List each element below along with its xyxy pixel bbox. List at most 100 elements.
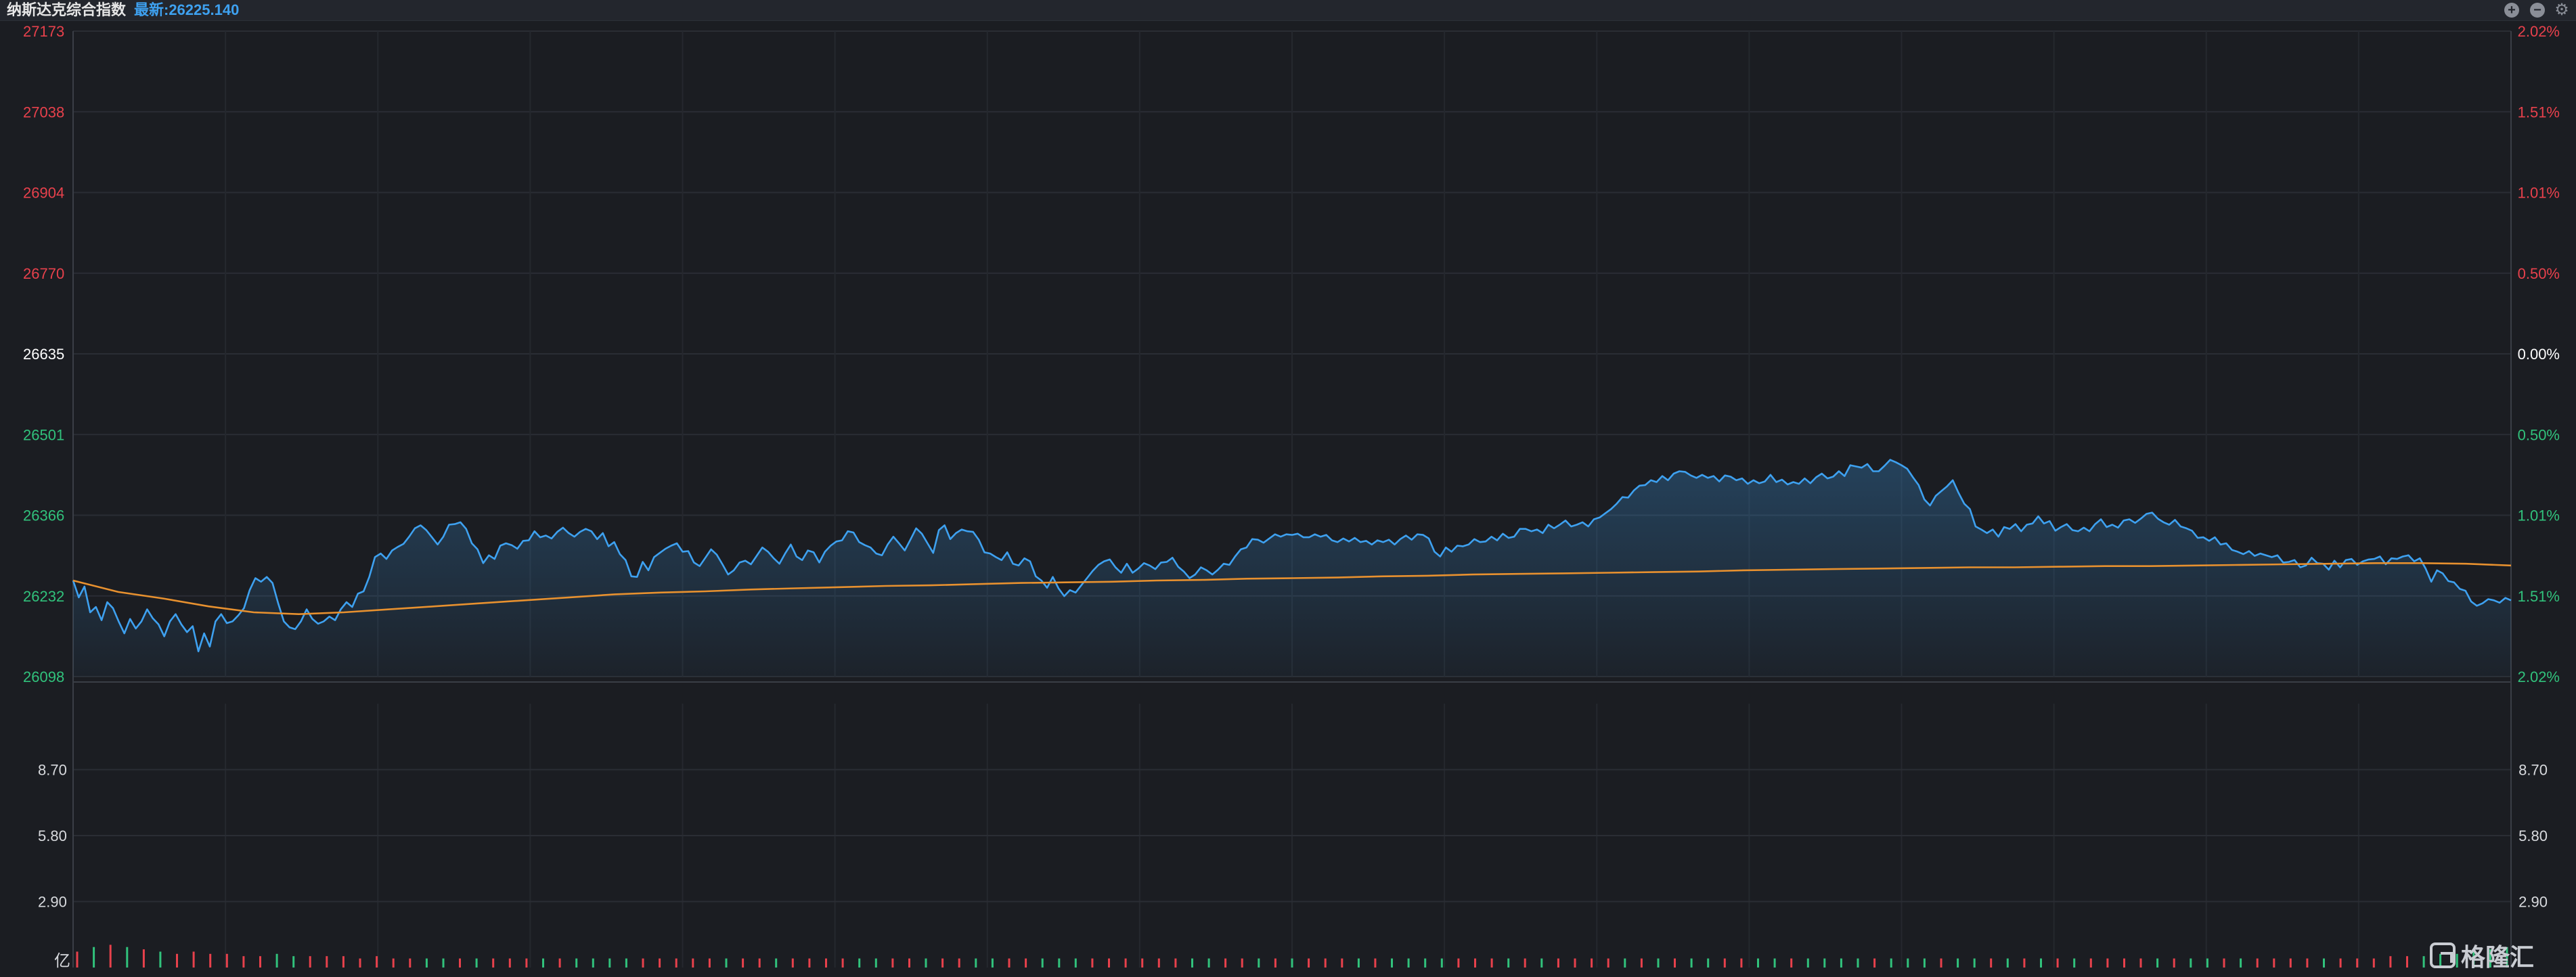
logo-icon <box>2430 942 2456 968</box>
volume-bar <box>1357 958 1360 968</box>
volume-bar <box>1025 958 1027 968</box>
volume-bar <box>1440 958 1443 968</box>
volume-bar <box>2240 958 2242 968</box>
volume-bar <box>1990 958 1993 968</box>
volume-bar <box>326 956 328 968</box>
volume-bar <box>159 951 162 968</box>
y-tick-left: 26635 <box>23 346 64 363</box>
volume-bar <box>808 958 811 968</box>
watermark: 格隆汇 <box>2430 940 2534 971</box>
volume-bar <box>1124 958 1127 968</box>
volume-bar <box>891 958 894 968</box>
volume-bar <box>758 958 761 968</box>
volume-bar <box>558 958 561 968</box>
volume-bar <box>1391 958 1393 968</box>
volume-bar <box>1058 958 1061 968</box>
volume-bar <box>1241 958 1243 968</box>
volume-bar <box>2123 958 2125 968</box>
volume-bar <box>2273 958 2275 968</box>
volume-bar <box>941 958 944 968</box>
volume-bar <box>225 953 228 968</box>
volume-bar <box>542 958 544 968</box>
volume-bar <box>76 951 79 968</box>
volume-bar <box>376 956 378 968</box>
volume-bar <box>176 953 178 968</box>
volume-bar <box>1657 958 1660 968</box>
volume-bar <box>93 947 95 968</box>
y-tick-right: 0.50% <box>2518 265 2560 282</box>
volume-bar <box>2106 958 2109 968</box>
grid <box>72 30 2512 968</box>
volume-bar <box>459 958 461 968</box>
volume-bar <box>625 958 627 968</box>
volume-bar <box>1324 958 1327 968</box>
y-tick-right: 1.01% <box>2518 185 2560 202</box>
volume-bar <box>1723 958 1726 968</box>
volume-bar <box>209 953 212 968</box>
volume-bar <box>841 958 844 968</box>
volume-bar <box>1607 958 1609 968</box>
volume-bar <box>2356 958 2359 968</box>
volume-bar <box>775 958 778 968</box>
volume-bar <box>908 958 910 968</box>
volume-bar <box>1374 958 1377 968</box>
volume-bar <box>2306 958 2309 968</box>
y-tick-left: 27173 <box>23 23 64 40</box>
volume-bar <box>1806 958 1809 968</box>
volume-bar <box>1973 958 1976 968</box>
volume-bar <box>1940 958 1942 968</box>
volume-bar <box>508 958 511 968</box>
volume-bar <box>192 951 195 968</box>
volume-bar <box>1857 958 1859 968</box>
volume-bar <box>2023 958 2026 968</box>
volume-bar <box>958 958 960 968</box>
intraday-chart: 27173 2.02% 27038 1.51% 26904 1.01% 26770 0.50%… <box>23 23 2560 970</box>
volume-bar <box>1091 958 1094 968</box>
y-tick-right: 2.02% <box>2518 23 2560 40</box>
volume-bar <box>1274 958 1276 968</box>
y-tick-right: 1.01% <box>2518 507 2560 524</box>
y-tick-left: 26366 <box>23 507 64 524</box>
volume-bar <box>2422 956 2425 968</box>
volume-bar <box>2406 956 2408 968</box>
volume-bar <box>1457 958 1460 968</box>
volume-bar <box>858 958 861 968</box>
volume-bar <box>475 958 478 968</box>
volume-bar <box>1674 958 1676 968</box>
volume-bar <box>242 956 245 968</box>
y-tick-left: 26770 <box>23 265 64 282</box>
volume-bar <box>1207 958 1210 968</box>
volume-bar <box>642 958 644 968</box>
volume-bar <box>2289 958 2292 968</box>
volume-bar <box>925 958 927 968</box>
volume-bar <box>2006 958 2009 968</box>
volume-bar <box>608 958 611 968</box>
volume-bar <box>1407 958 1410 968</box>
volume-bar <box>1008 958 1011 968</box>
y-tick-right: 2.02% <box>2518 668 2560 685</box>
y-tick-left: 26232 <box>23 588 64 605</box>
volume-bar <box>2206 958 2208 968</box>
volume-bar <box>2389 956 2392 968</box>
volume-bar <box>359 958 361 968</box>
volume-bar <box>874 958 877 968</box>
volume-bar <box>2089 958 2092 968</box>
volume-bar <box>1108 958 1110 968</box>
volume-bar <box>991 958 994 968</box>
volume-bar <box>425 958 428 968</box>
volume-bar <box>2256 958 2259 968</box>
vol-tick-left: 2.90 <box>38 894 67 911</box>
volume-bar <box>409 958 412 968</box>
volume-bar <box>1591 958 1593 968</box>
volume-bar <box>791 958 794 968</box>
volume-bar <box>1258 958 1260 968</box>
volume-bar <box>1291 958 1293 968</box>
volume-bar <box>1757 958 1759 968</box>
y-tick-right: 0.00% <box>2518 346 2560 363</box>
volume-bar <box>1690 958 1693 968</box>
volume-bar <box>1640 958 1643 968</box>
volume-bar <box>1873 958 1876 968</box>
y-tick-right: 1.51% <box>2518 104 2560 120</box>
volume-bar <box>1790 958 1793 968</box>
volume-bar <box>275 953 278 968</box>
